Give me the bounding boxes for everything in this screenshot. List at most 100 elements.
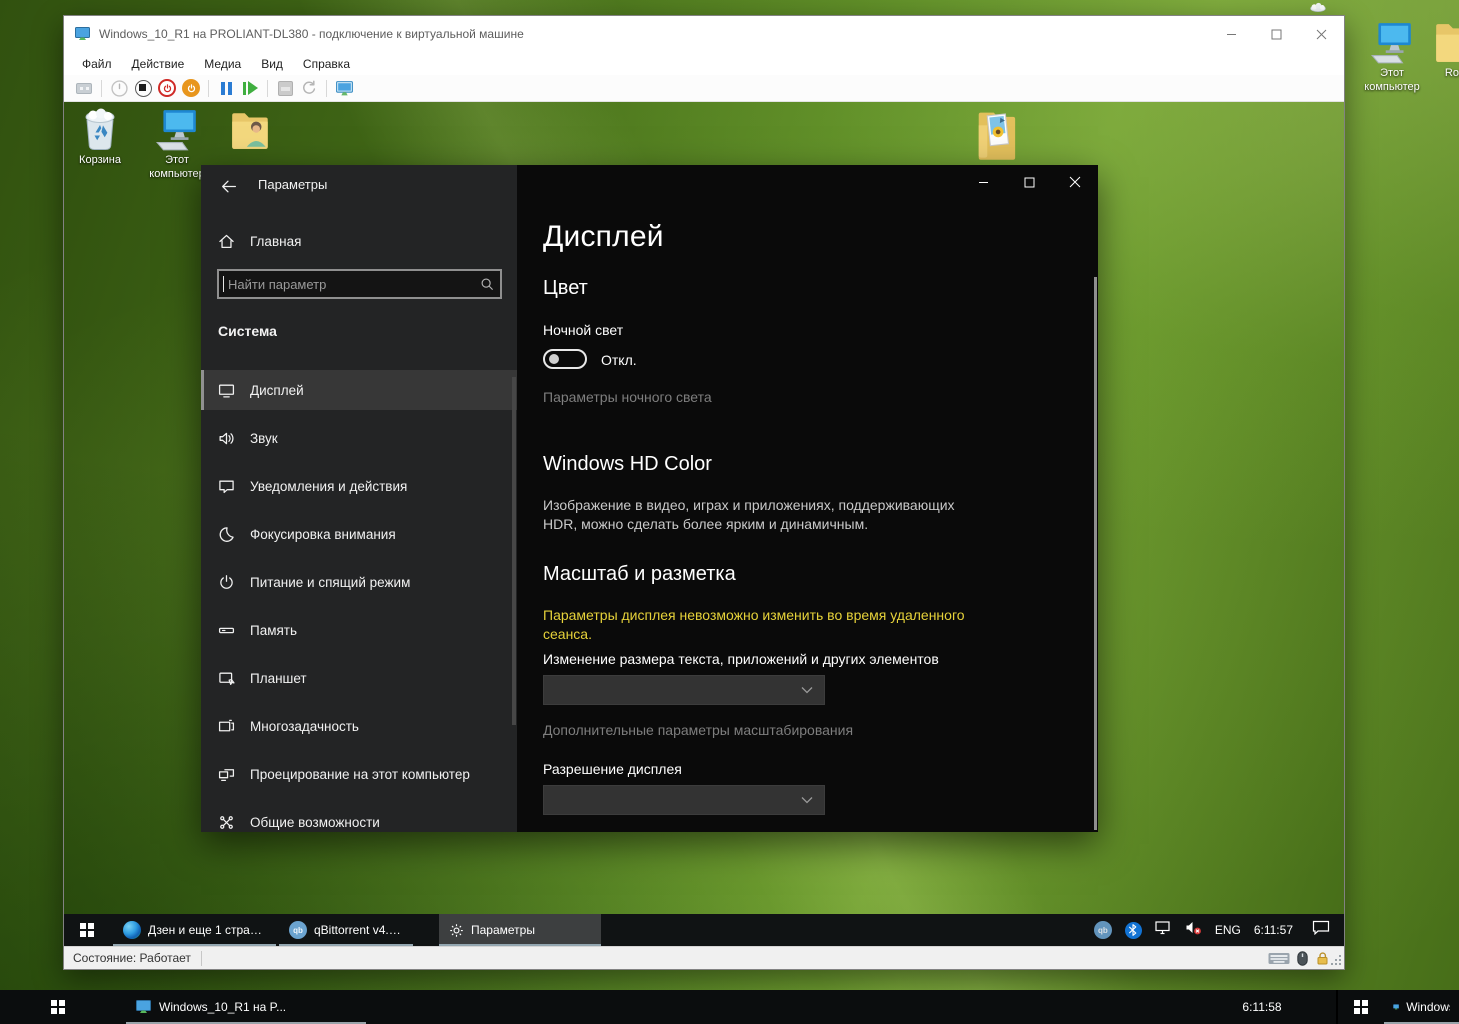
vm-desktop-icon-pictures-folder[interactable] [960, 104, 1036, 164]
hdr-description: Изображение в видео, играх и приложениях… [543, 496, 975, 534]
enhanced-session-button[interactable] [333, 77, 355, 99]
settings-minimize-button[interactable] [960, 165, 1006, 199]
revert-button[interactable] [298, 77, 320, 99]
menu-view[interactable]: Вид [251, 54, 293, 74]
taskbar-task-edge[interactable]: Дзен и еще 1 страни... [113, 914, 276, 946]
sidebar-item-sound[interactable]: Звук [201, 418, 517, 458]
checkpoint-button[interactable] [274, 77, 296, 99]
settings-main-panel: Дисплей Цвет Ночной свет Откл. Параметры… [517, 165, 1098, 832]
host-task-vm-window-2[interactable]: Windows_10_R1 на P. [1384, 990, 1459, 1024]
sidebar-item-projecting[interactable]: Проецирование на этот компьютер [201, 754, 517, 794]
vm-maximize-button[interactable] [1254, 16, 1299, 52]
search-input[interactable] [217, 269, 502, 299]
vm-desktop-icon-user-folder[interactable] [213, 107, 289, 153]
settings-close-button[interactable] [1052, 165, 1098, 199]
vm-window-titlebar[interactable]: Windows_10_R1 на PROLIANT-DL380 - подклю… [64, 16, 1344, 52]
sidebar-item-home[interactable]: Главная [201, 223, 517, 259]
folder-icon [1430, 20, 1459, 66]
menu-action[interactable]: Действие [122, 54, 195, 74]
night-light-state: Откл. [601, 352, 637, 368]
sidebar-item-focus-assist[interactable]: Фокусировка внимания [201, 514, 517, 554]
save-vm-button[interactable] [180, 77, 202, 99]
recycle-bin-icon [77, 107, 123, 153]
bluetooth-icon[interactable] [1125, 922, 1142, 939]
taskbar-task-settings[interactable]: Параметры [439, 914, 601, 946]
tray-qbittorrent-icon[interactable]: qb [1094, 921, 1112, 939]
sidebar-item-display[interactable]: Дисплей [201, 370, 517, 410]
vm-statusbar: Состояние: Работает [64, 946, 1344, 969]
focus-assist-icon [218, 526, 235, 543]
vm-connect-icon [135, 999, 152, 1015]
tablet-icon [218, 670, 235, 687]
sidebar-item-notifications[interactable]: Уведомления и действия [201, 466, 517, 506]
advanced-scaling-link[interactable]: Дополнительные параметры масштабирования [543, 722, 853, 738]
edge-icon [123, 921, 141, 939]
vm-start-button[interactable] [64, 914, 110, 946]
hdr-section-heading: Windows HD Color [543, 453, 712, 476]
toolbar-separator [326, 80, 327, 97]
resolution-dropdown[interactable] [543, 785, 825, 815]
host-clock[interactable]: 6:11:58 [1226, 990, 1298, 1024]
back-button[interactable] [215, 174, 241, 198]
start-vm-button[interactable] [108, 77, 130, 99]
sidebar-item-label: Планшет [250, 671, 307, 686]
host-task-vm-window[interactable]: Windows_10_R1 на P... [126, 990, 366, 1024]
language-indicator[interactable]: ENG [1215, 923, 1241, 937]
toggle-knob [549, 354, 559, 364]
color-section-heading: Цвет [543, 277, 588, 300]
sidebar-item-label: Фокусировка внимания [250, 527, 396, 542]
sidebar-item-label: Дисплей [250, 383, 304, 398]
menu-help[interactable]: Справка [293, 54, 360, 74]
network-icon[interactable] [1155, 920, 1172, 940]
scale-section-heading: Масштаб и разметка [543, 563, 736, 586]
sidebar-item-tablet[interactable]: Планшет [201, 658, 517, 698]
host-desktop-icon-folder[interactable]: Ron [1417, 20, 1459, 81]
notifications-icon [218, 478, 235, 495]
sidebar-item-shared-experiences[interactable]: Общие возможности [201, 802, 517, 832]
resume-vm-button[interactable] [239, 77, 261, 99]
this-pc-icon [1367, 20, 1417, 66]
scale-dropdown[interactable] [543, 675, 825, 705]
task-underline [439, 944, 601, 946]
text-caret [223, 276, 224, 292]
sidebar-item-label: Главная [250, 234, 301, 249]
ctrl-alt-del-button[interactable] [73, 77, 95, 99]
sidebar-item-power-sleep[interactable]: Питание и спящий режим [201, 562, 517, 602]
windows-logo-icon [80, 923, 94, 937]
action-center-icon[interactable] [1312, 920, 1330, 940]
vm-minimize-button[interactable] [1209, 16, 1254, 52]
desktop-icon-label: Ron [1417, 67, 1459, 81]
taskbar-task-qbittorrent[interactable]: qb qBittorrent v4.5.2 [279, 914, 413, 946]
main-scrollbar[interactable] [1094, 277, 1097, 830]
vm-menubar: Файл Действие Медиа Вид Справка [64, 52, 1344, 75]
menu-media[interactable]: Медиа [194, 54, 251, 74]
settings-sidebar: Параметры Главная Система Дисплей [201, 165, 517, 832]
vm-status-text: Состояние: Работает [64, 951, 191, 965]
task-underline [279, 944, 413, 946]
sidebar-item-multitasking[interactable]: Многозадачность [201, 706, 517, 746]
volume-muted-icon[interactable] [1185, 920, 1202, 940]
user-folder-icon [226, 107, 276, 153]
vm-close-button[interactable] [1299, 16, 1344, 52]
vm-taskbar: Дзен и еще 1 страни... qb qBittorrent v4… [64, 914, 1344, 946]
toolbar-separator [267, 80, 268, 97]
vm-desktop-icon-recycle-bin[interactable]: Корзина [64, 107, 138, 168]
night-light-toggle[interactable] [543, 349, 587, 369]
power-icon [218, 574, 235, 591]
host-start-button-2[interactable] [1340, 990, 1382, 1024]
turn-off-vm-button[interactable] [132, 77, 154, 99]
resize-grip[interactable] [1330, 955, 1341, 966]
vm-clock[interactable]: 6:11:57 [1254, 923, 1293, 937]
night-light-settings-link[interactable]: Параметры ночного света [543, 389, 712, 405]
pause-vm-button[interactable] [215, 77, 237, 99]
sidebar-scrollbar[interactable] [512, 377, 516, 725]
chevron-down-icon [801, 686, 813, 694]
sidebar-item-storage[interactable]: Память [201, 610, 517, 650]
remote-session-warning: Параметры дисплея невозможно изменить во… [543, 606, 995, 644]
menu-file[interactable]: Файл [72, 54, 122, 74]
settings-maximize-button[interactable] [1006, 165, 1052, 199]
host-start-button[interactable] [34, 990, 82, 1024]
shut-down-vm-button[interactable] [156, 77, 178, 99]
sidebar-item-label: Звук [250, 431, 278, 446]
shared-experiences-icon [218, 814, 235, 831]
